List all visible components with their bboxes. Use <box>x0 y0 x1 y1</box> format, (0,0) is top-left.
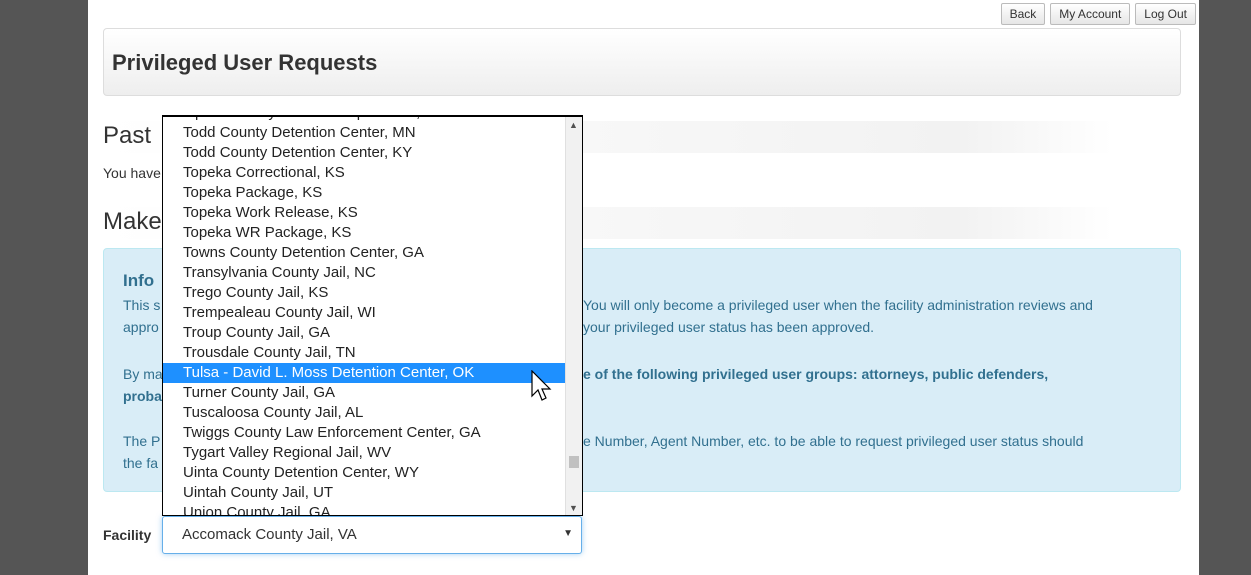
dropdown-option[interactable]: Troup County Jail, GA <box>163 323 566 343</box>
scrollbar-thumb[interactable] <box>569 456 579 468</box>
option-list: Tipton County Sheriff's Department, TNTo… <box>163 117 566 515</box>
dropdown-option[interactable]: Tipton County Sheriff's Department, TN <box>163 117 566 123</box>
my-account-button[interactable]: My Account <box>1050 3 1131 25</box>
dropdown-option[interactable]: Topeka WR Package, KS <box>163 223 566 243</box>
facility-dropdown-list[interactable]: Tipton County Sheriff's Department, TNTo… <box>162 115 583 516</box>
info-line1-right: You will only become a privileged user w… <box>583 297 1093 313</box>
dropdown-option[interactable]: Trousdale County Jail, TN <box>163 343 566 363</box>
dropdown-option[interactable]: Uinta County Detention Center, WY <box>163 463 566 483</box>
info-line5-right: e Number, Agent Number, etc. to be able … <box>583 433 1084 449</box>
dropdown-option[interactable]: Todd County Detention Center, MN <box>163 123 566 143</box>
dropdown-option[interactable]: Trempealeau County Jail, WI <box>163 303 566 323</box>
dropdown-option[interactable]: Topeka Package, KS <box>163 183 566 203</box>
dropdown-option[interactable]: Turner County Jail, GA <box>163 383 566 403</box>
dropdown-option[interactable]: Topeka Correctional, KS <box>163 163 566 183</box>
page-title: Privileged User Requests <box>112 50 378 75</box>
info-line2-left: appro <box>123 319 159 335</box>
dropdown-scrollbar[interactable]: ▲ ▼ <box>565 117 582 515</box>
scroll-down-arrow-icon[interactable]: ▼ <box>569 503 578 513</box>
facility-selected-value: Accomack County Jail, VA <box>182 526 357 543</box>
dropdown-option[interactable]: Towns County Detention Center, GA <box>163 243 566 263</box>
info-line1-left: This s <box>123 297 161 313</box>
dropdown-option[interactable]: Trego County Jail, KS <box>163 283 566 303</box>
info-line4-left: proba <box>123 388 162 404</box>
chevron-down-icon: ▼ <box>563 528 573 539</box>
dropdown-option[interactable]: Twiggs County Law Enforcement Center, GA <box>163 423 566 443</box>
dropdown-option[interactable]: Uintah County Jail, UT <box>163 483 566 503</box>
dropdown-option[interactable]: Tygart Valley Regional Jail, WV <box>163 443 566 463</box>
info-title: Info <box>123 271 155 290</box>
facility-label: Facility <box>103 527 152 543</box>
dropdown-option[interactable]: Tuscaloosa County Jail, AL <box>163 403 566 423</box>
info-line3-right: e of the following privileged user group… <box>583 366 1049 382</box>
dropdown-option[interactable]: Topeka Work Release, KS <box>163 203 566 223</box>
scroll-up-arrow-icon[interactable]: ▲ <box>569 120 578 130</box>
dropdown-option[interactable]: Todd County Detention Center, KY <box>163 143 566 163</box>
dropdown-option[interactable]: Tulsa - David L. Moss Detention Center, … <box>163 363 566 383</box>
facility-select[interactable]: Accomack County Jail, VA ▼ <box>162 516 582 554</box>
dropdown-option[interactable]: Union County Jail, GA <box>163 503 566 515</box>
info-line2-right: your privileged user status has been app… <box>583 319 875 335</box>
info-line3-left: By ma <box>123 366 163 382</box>
info-line5-left: The P <box>123 433 161 449</box>
page-header: Privileged User Requests <box>103 28 1181 96</box>
back-button[interactable]: Back <box>1000 3 1046 25</box>
mouse-pointer-icon <box>531 370 552 401</box>
info-line6-left: the fa <box>123 455 159 471</box>
dropdown-option[interactable]: Transylvania County Jail, NC <box>163 263 566 283</box>
past-requests-text: You have <box>103 165 161 181</box>
log-out-button[interactable]: Log Out <box>1135 3 1196 25</box>
top-nav: Back My Account Log Out <box>1000 3 1196 25</box>
